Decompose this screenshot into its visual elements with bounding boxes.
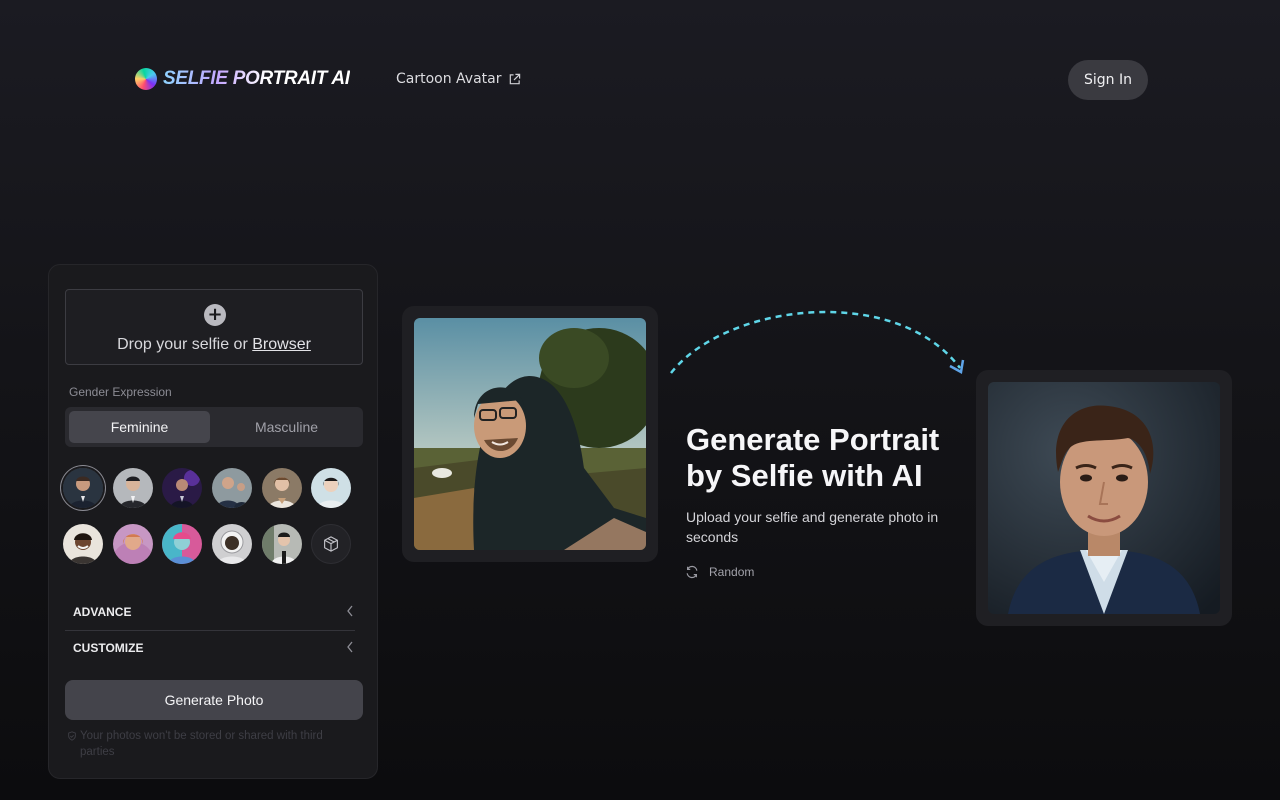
logo-orb-icon [135,68,157,90]
selfie-dropzone[interactable]: + Drop your selfie or Browser [65,289,363,365]
gender-toggle: Feminine Masculine [65,407,363,447]
chevron-left-icon [347,641,353,653]
customize-accordion[interactable]: CUSTOMIZE [65,631,355,666]
logo-text: SELFIE PORTRAIT AI [163,68,350,89]
external-link-icon [509,73,520,84]
shield-icon [68,731,76,741]
style-avatar-asian-portrait[interactable] [311,468,351,508]
style-avatar-street[interactable] [262,524,302,564]
logo[interactable]: SELFIE PORTRAIT AI [135,68,350,90]
privacy-text: Your photos won't be stored or shared wi… [80,730,323,758]
privacy-note: Your photos won't be stored or shared wi… [67,728,357,760]
dropzone-prompt: Drop your selfie or [117,336,253,353]
cube-icon [324,536,338,552]
style-avatar-pink-glow[interactable] [113,524,153,564]
plus-circle-icon: + [204,304,226,326]
curved-arrow-icon [670,310,965,374]
style-avatar-business-dark[interactable] [63,468,103,508]
dropzone-text: Drop your selfie or Browser [66,336,362,354]
style-avatar-suit-grey[interactable] [113,468,153,508]
advance-title: ADVANCE [73,605,132,619]
gender-expression-label: Gender Expression [69,385,172,399]
chevron-left-icon [347,605,353,617]
hero-title: Generate Portrait by Selfie with AI [686,422,940,493]
sign-in-button[interactable]: Sign In [1068,60,1148,100]
browse-link[interactable]: Browser [252,336,311,353]
gender-option-masculine[interactable]: Masculine [216,411,357,443]
portrait-result-card [976,370,1232,626]
generator-panel: + Drop your selfie or Browser Gender Exp… [48,264,378,779]
nav-link-label: Cartoon Avatar [396,71,502,87]
portrait-result-image [988,382,1220,614]
generate-photo-button[interactable]: Generate Photo [65,680,363,720]
style-avatar-astronaut[interactable] [212,524,252,564]
customize-title: CUSTOMIZE [73,641,144,655]
advance-accordion[interactable]: ADVANCE [65,595,355,630]
style-avatar-blazer-warm[interactable] [262,468,302,508]
selfie-example-card [402,306,658,562]
style-avatar-colorful-paint[interactable] [162,524,202,564]
hero-subtitle: Upload your selfie and generate photo in… [686,509,939,545]
refresh-icon [686,565,698,579]
selfie-example-image [414,318,646,550]
random-button[interactable]: Random [685,565,754,579]
style-avatar-group-suits[interactable] [212,468,252,508]
gender-option-feminine[interactable]: Feminine [69,411,210,443]
style-avatar-cheerful[interactable] [63,524,103,564]
custom-style-button[interactable] [311,524,351,564]
random-label: Random [709,565,755,579]
style-avatar-purple-light[interactable] [162,468,202,508]
nav-cartoon-avatar-link[interactable]: Cartoon Avatar [396,71,521,87]
